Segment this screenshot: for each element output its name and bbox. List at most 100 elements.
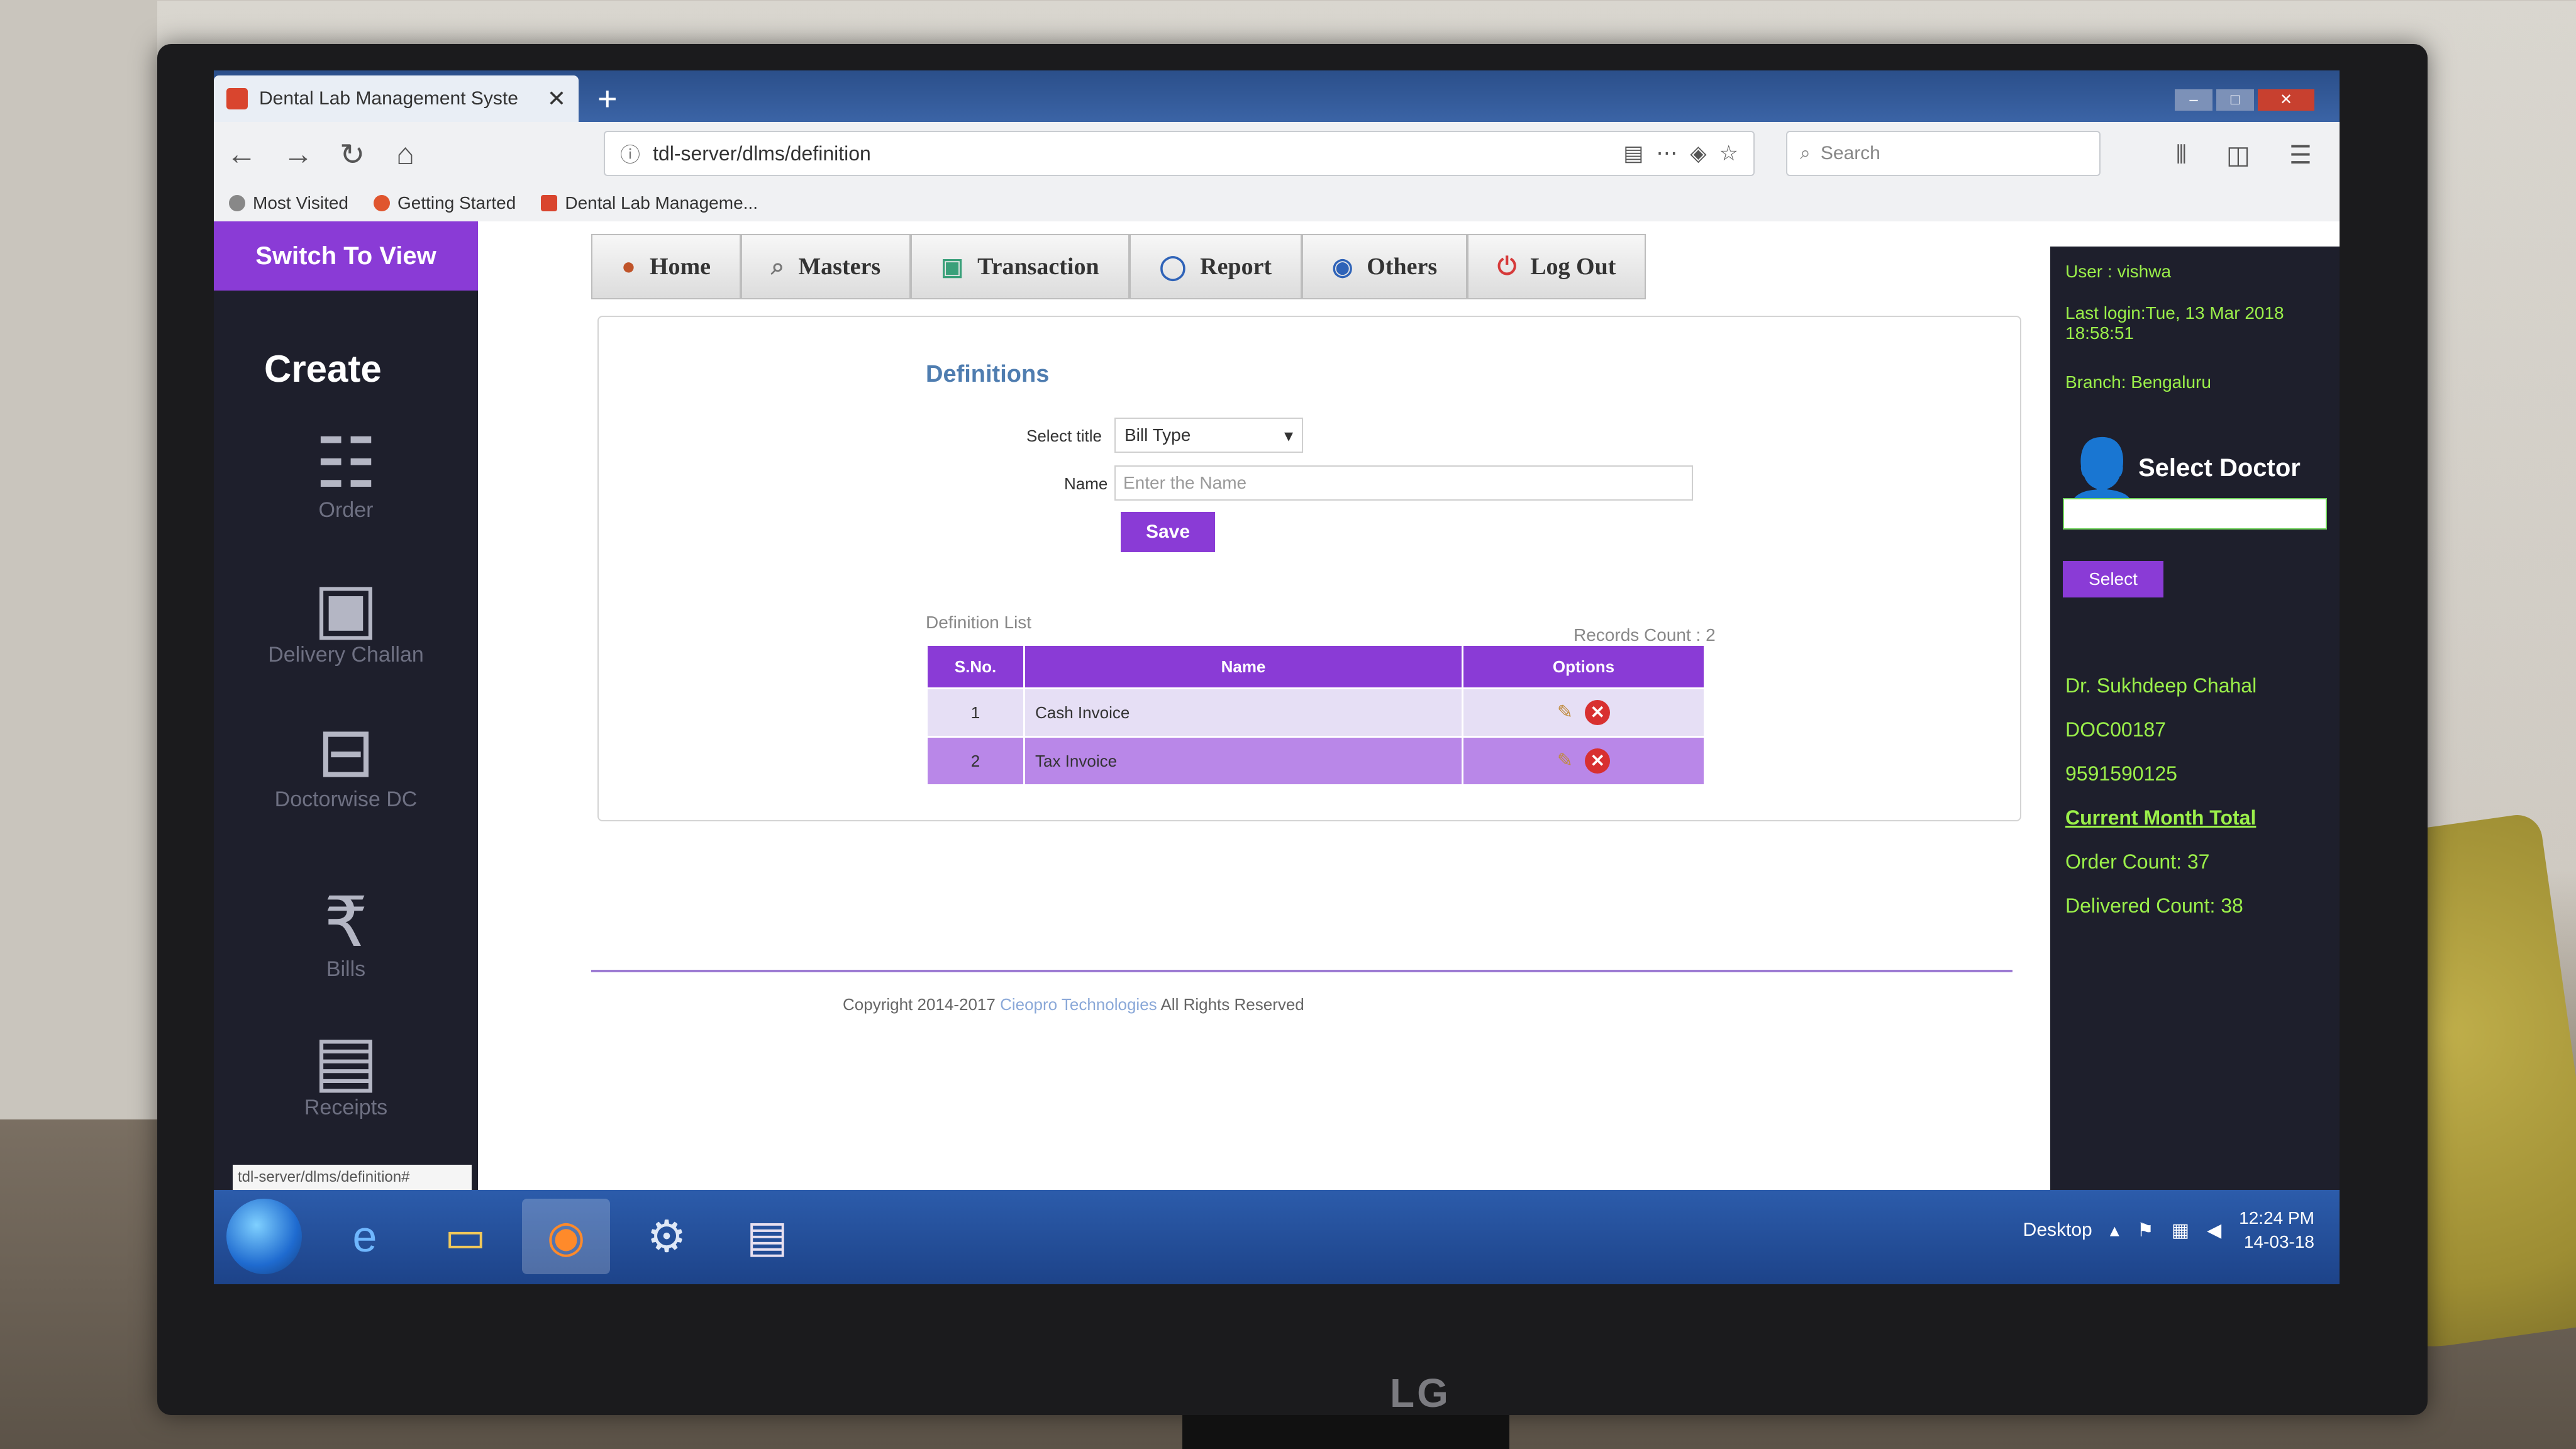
sidebar-item-order[interactable]: ☷ Order — [239, 429, 453, 523]
copyright-prefix: Copyright 2014-2017 — [843, 995, 996, 1014]
sidebar-item-bills[interactable]: ₹ Bills — [239, 888, 453, 982]
name-input[interactable] — [1114, 465, 1693, 501]
chevron-down-icon: ▾ — [1284, 425, 1293, 445]
doctorwise-dc-icon: ⊟ — [316, 714, 375, 791]
tab-title: Dental Lab Management Syste — [259, 88, 518, 109]
select-title-dropdown[interactable]: Bill Type ▾ — [1114, 418, 1303, 453]
sidebar-item-delivery-challan[interactable]: ▣ Delivery Challan — [239, 574, 453, 667]
report-icon: ◯ — [1159, 253, 1187, 280]
doctor-search-input[interactable] — [2063, 498, 2327, 530]
menu-logout[interactable]: ⏻ Log Out — [1467, 234, 1646, 299]
table-header-row: S.No. Name Options — [926, 644, 1706, 689]
sidebar-item-receipts[interactable]: ▤ Receipts — [239, 1026, 453, 1120]
new-tab-button[interactable]: + — [597, 79, 618, 118]
select-doctor-button[interactable]: Select — [2063, 561, 2163, 597]
bookmark-star-icon[interactable]: ☆ — [1719, 141, 1738, 166]
doctor-code: DOC00187 — [2065, 718, 2167, 741]
windows-taskbar: e ▭ ◉ ⚙ ▤ Desktop ▴ ⚑ ▦ ◀ 12:24 PM 14-03… — [214, 1190, 2340, 1284]
menu-report[interactable]: ◯ Report — [1129, 234, 1302, 299]
create-heading: Create — [264, 348, 382, 390]
delete-icon[interactable]: ✕ — [1585, 748, 1611, 774]
reader-view-icon[interactable]: ▤ — [1623, 141, 1643, 166]
site-info-icon[interactable]: ⓘ — [620, 139, 640, 168]
company-link[interactable]: Cieopro Technologies — [1000, 995, 1157, 1014]
menu-masters[interactable]: ⌕ Masters — [741, 234, 911, 299]
column-header: S.No. — [926, 644, 1025, 689]
favicon-icon — [541, 195, 558, 211]
bookmark-most-visited[interactable]: Most Visited — [229, 193, 348, 213]
menu-label: Masters — [798, 253, 881, 280]
internet-explorer-icon[interactable]: e — [321, 1199, 409, 1274]
row-name: Tax Invoice — [1023, 736, 1463, 786]
edit-pencil-icon[interactable]: ✎ — [1557, 750, 1573, 771]
sidebar-item-label: Order — [318, 498, 374, 522]
page-actions-icon[interactable]: ⋯ — [1656, 141, 1677, 166]
name-label: Name — [1064, 474, 1108, 493]
select-title-value: Bill Type — [1124, 425, 1191, 445]
back-icon[interactable]: ← — [226, 137, 257, 172]
volume-icon[interactable]: ◀ — [2207, 1219, 2221, 1241]
menu-label: Home — [649, 253, 711, 280]
close-tab-icon[interactable]: ✕ — [547, 86, 566, 112]
menu-label: Log Out — [1530, 253, 1616, 280]
pocket-icon[interactable]: ◈ — [1690, 141, 1706, 166]
menu-home[interactable]: ● Home — [591, 234, 741, 299]
home-icon[interactable]: ⌂ — [396, 137, 414, 172]
system-tray: Desktop ▴ ⚑ ▦ ◀ 12:24 PM 14-03-18 — [2023, 1206, 2314, 1254]
order-list-icon: ☷ — [314, 425, 377, 502]
row-sno: 2 — [926, 736, 1025, 786]
clock[interactable]: 12:24 PM 14-03-18 — [2239, 1206, 2314, 1254]
start-button[interactable] — [226, 1199, 302, 1274]
edit-pencil-icon[interactable]: ✎ — [1557, 702, 1573, 723]
bookmark-dental-lab[interactable]: Dental Lab Manageme... — [541, 193, 758, 213]
network-tool-icon[interactable]: ⚙ — [623, 1199, 711, 1274]
others-icon: ◉ — [1332, 253, 1353, 280]
column-header: Options — [1462, 644, 1706, 689]
search-icon: ⌕ — [771, 253, 785, 280]
hamburger-menu-icon[interactable]: ☰ — [2289, 141, 2312, 170]
main-menu: ● Home ⌕ Masters ▣ Transaction ◯ Report … — [591, 234, 1646, 299]
forward-icon[interactable]: → — [283, 137, 313, 172]
definition-list-heading: Definition List — [926, 613, 1032, 632]
menu-transaction[interactable]: ▣ Transaction — [911, 234, 1130, 299]
maximize-button[interactable]: □ — [2216, 89, 2254, 111]
app-window-icon[interactable]: ▤ — [723, 1199, 811, 1274]
sidebar-icon[interactable]: ◫ — [2226, 141, 2250, 170]
minimize-button[interactable]: – — [2175, 89, 2212, 111]
definition-table: S.No. Name Options 1 Cash Invoice ✎ ✕ 2 … — [926, 644, 1706, 786]
branch: Branch: Bengaluru — [2065, 372, 2211, 392]
chevron-up-icon[interactable]: ▴ — [2110, 1219, 2119, 1241]
delete-icon[interactable]: ✕ — [1585, 700, 1611, 725]
favicon-icon — [226, 88, 248, 109]
select-doctor-label: Select Doctor — [2138, 454, 2301, 482]
network-icon[interactable]: ▦ — [2172, 1219, 2189, 1241]
gear-icon — [229, 195, 245, 211]
tab-bar: Dental Lab Management Syste ✕ + – □ ✕ — [214, 70, 2340, 122]
switch-to-view-button[interactable]: Switch To View — [214, 221, 478, 291]
bookmark-getting-started[interactable]: Getting Started — [374, 193, 516, 213]
delivered-count: Delivered Count: 38 — [2065, 894, 2243, 917]
table-row: 2 Tax Invoice ✎ ✕ — [926, 736, 1706, 786]
rupee-bills-icon: ₹ — [324, 884, 368, 961]
user-name: User : vishwa — [2065, 262, 2172, 281]
reload-icon[interactable]: ↻ — [340, 137, 365, 172]
browser-tab[interactable]: Dental Lab Management Syste ✕ — [214, 75, 579, 122]
menu-others[interactable]: ◉ Others — [1302, 234, 1468, 299]
close-window-button[interactable]: ✕ — [2258, 89, 2314, 111]
url-text[interactable]: tdl-server/dlms/definition — [653, 142, 1611, 165]
file-explorer-icon[interactable]: ▭ — [421, 1199, 509, 1274]
firefox-icon[interactable]: ◉ — [522, 1199, 610, 1274]
address-bar[interactable]: ⓘ tdl-server/dlms/definition ▤ ⋯ ◈ ☆ — [604, 131, 1755, 176]
save-button[interactable]: Save — [1121, 512, 1215, 552]
sidebar-item-doctorwise-dc[interactable]: ⊟ Doctorwise DC — [239, 718, 453, 812]
bookmark-label: Most Visited — [253, 193, 348, 213]
row-sno: 1 — [926, 687, 1025, 738]
desktop-toolbar-label[interactable]: Desktop — [2023, 1219, 2092, 1241]
flag-icon[interactable]: ⚑ — [2137, 1219, 2154, 1241]
search-box[interactable]: ⌕ Search — [1786, 131, 2101, 176]
menu-label: Others — [1367, 253, 1438, 280]
library-icon[interactable]: ⫴ — [2176, 141, 2187, 169]
select-title-label: Select title — [1026, 426, 1102, 445]
definitions-panel: Definitions Select title Bill Type ▾ Nam… — [597, 316, 2021, 821]
screen: Dental Lab Management Syste ✕ + – □ ✕ ← … — [214, 70, 2340, 1284]
